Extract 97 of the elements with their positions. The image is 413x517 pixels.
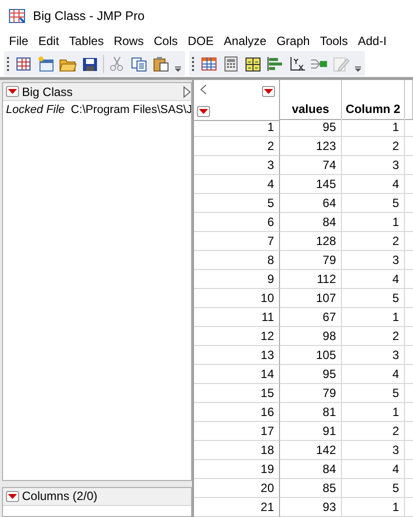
dropdown-button[interactable] bbox=[197, 106, 210, 117]
table-cell: 98 bbox=[280, 327, 342, 346]
menu-item[interactable]: Cols bbox=[148, 32, 182, 50]
table-cell: 1 bbox=[342, 403, 405, 422]
menu-item[interactable]: Rows bbox=[108, 32, 148, 50]
collapse-icon[interactable] bbox=[183, 86, 191, 98]
window-icon[interactable] bbox=[37, 56, 55, 72]
row-number[interactable]: 16 bbox=[194, 403, 280, 422]
table-cell: 1 bbox=[342, 213, 405, 232]
row-number[interactable]: 3 bbox=[194, 156, 280, 175]
column-header[interactable]: values bbox=[280, 80, 342, 120]
row-number[interactable]: 14 bbox=[194, 365, 280, 384]
table-cell: 5 bbox=[342, 384, 405, 403]
table-cell: 95 bbox=[280, 118, 342, 137]
table-cell: 95 bbox=[280, 365, 342, 384]
row-number[interactable]: 10 bbox=[194, 289, 280, 308]
table-cell: 85 bbox=[280, 479, 342, 498]
collapse-icon[interactable] bbox=[200, 84, 207, 95]
table-cell: 67 bbox=[280, 308, 342, 327]
row-number[interactable]: 17 bbox=[194, 422, 280, 441]
row-number[interactable]: 5 bbox=[194, 194, 280, 213]
window-title: Big Class - JMP Pro bbox=[33, 9, 145, 23]
locked-file-path: Locked File C:\Program Files\SAS\J bbox=[5, 103, 191, 118]
table-cell: 81 bbox=[280, 403, 342, 422]
table-cell: 128 bbox=[280, 232, 342, 251]
table-cell: 79 bbox=[280, 384, 342, 403]
table-cell: 142 bbox=[280, 441, 342, 460]
row-number[interactable]: 20 bbox=[194, 479, 280, 498]
grid-icon[interactable] bbox=[244, 56, 262, 72]
row-number[interactable]: 21 bbox=[194, 498, 280, 517]
table-cell: 93 bbox=[280, 498, 342, 517]
menu-item[interactable]: Add-I bbox=[352, 32, 391, 50]
calculator-icon[interactable] bbox=[222, 56, 240, 72]
table-cell: 4 bbox=[342, 175, 405, 194]
menu-item[interactable]: Analyze bbox=[218, 32, 270, 50]
row-number[interactable]: 4 bbox=[194, 175, 280, 194]
table-cell: 107 bbox=[280, 289, 342, 308]
dropdown-button[interactable] bbox=[6, 86, 19, 97]
table-cell: 3 bbox=[342, 346, 405, 365]
row-number[interactable]: 8 bbox=[194, 251, 280, 270]
row-number[interactable]: 15 bbox=[194, 384, 280, 403]
table-cell: 84 bbox=[280, 213, 342, 232]
row-number[interactable]: 13 bbox=[194, 346, 280, 365]
table-cell: 2 bbox=[342, 422, 405, 441]
table-cell: 4 bbox=[342, 460, 405, 479]
save-icon[interactable] bbox=[81, 56, 99, 72]
table-cell: 64 bbox=[280, 194, 342, 213]
table-cell: 3 bbox=[342, 441, 405, 460]
table-cell: 123 bbox=[280, 137, 342, 156]
table-cell: 74 bbox=[280, 156, 342, 175]
menu-item[interactable]: Tables bbox=[63, 32, 108, 50]
table-cell: 2 bbox=[342, 137, 405, 156]
table-icon[interactable] bbox=[200, 56, 218, 72]
row-number[interactable]: 1 bbox=[194, 118, 280, 137]
table-cell: 105 bbox=[280, 346, 342, 365]
table-cell: 1 bbox=[342, 498, 405, 517]
table-cell: 91 bbox=[280, 422, 342, 441]
dropdown-button[interactable] bbox=[6, 490, 19, 502]
table-cell: 84 bbox=[280, 460, 342, 479]
menu-item[interactable]: Edit bbox=[32, 32, 64, 50]
table-cell: 2 bbox=[342, 232, 405, 251]
column-header[interactable]: Column 2 bbox=[342, 80, 405, 120]
row-number[interactable]: 6 bbox=[194, 213, 280, 232]
table-cell: 79 bbox=[280, 251, 342, 270]
table-cell: 5 bbox=[342, 289, 405, 308]
menu-item[interactable]: Graph bbox=[270, 32, 314, 50]
table-cell: 4 bbox=[342, 365, 405, 384]
dropdown-button[interactable] bbox=[262, 86, 275, 97]
row-number[interactable]: 18 bbox=[194, 441, 280, 460]
menu-item[interactable]: Tools bbox=[314, 32, 352, 50]
panel-title: Big Class bbox=[22, 84, 73, 98]
table-cell: 3 bbox=[342, 251, 405, 270]
table-cell: 5 bbox=[342, 194, 405, 213]
table-cell: 1 bbox=[342, 308, 405, 327]
table-cell: 5 bbox=[342, 479, 405, 498]
copy-icon[interactable] bbox=[130, 56, 148, 72]
row-number[interactable]: 9 bbox=[194, 270, 280, 289]
table-cell: 2 bbox=[342, 327, 405, 346]
row-number[interactable]: 7 bbox=[194, 232, 280, 251]
row-number[interactable]: 12 bbox=[194, 327, 280, 346]
grid-icon[interactable] bbox=[15, 56, 33, 72]
bar-chart-icon[interactable] bbox=[266, 56, 284, 72]
menu-item[interactable]: DOE bbox=[182, 32, 218, 50]
table-cell: 1 bbox=[342, 118, 405, 137]
row-number[interactable]: 2 bbox=[194, 137, 280, 156]
table-cell: 3 bbox=[342, 156, 405, 175]
row-number[interactable]: 11 bbox=[194, 308, 280, 327]
table-cell: 112 bbox=[280, 270, 342, 289]
menu-item[interactable]: File bbox=[0, 32, 32, 50]
row-number[interactable]: 19 bbox=[194, 460, 280, 479]
table-cell: 4 bbox=[342, 270, 405, 289]
axes-icon[interactable] bbox=[288, 56, 306, 72]
panel-title: Columns (2/0) bbox=[22, 489, 98, 504]
empty-column-header bbox=[405, 80, 413, 120]
table-grid-icon bbox=[9, 9, 25, 23]
clipboard-icon[interactable] bbox=[152, 56, 170, 72]
table-cell: 145 bbox=[280, 175, 342, 194]
